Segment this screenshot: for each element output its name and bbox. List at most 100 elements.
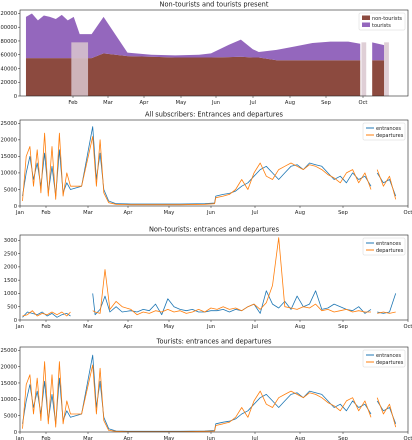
x-tick-label: Jun bbox=[206, 210, 215, 216]
y-tick-label: 0 bbox=[14, 204, 17, 210]
line-departures bbox=[22, 361, 372, 432]
y-tick-label: 40000 bbox=[0, 66, 17, 72]
legend: entrancesdepartures bbox=[362, 349, 406, 368]
legend: non-touriststourists bbox=[358, 12, 406, 31]
y-tick-label: 5000 bbox=[4, 187, 17, 193]
x-tick-label: Mar bbox=[83, 210, 94, 216]
plot-area bbox=[22, 354, 397, 432]
x-tick-label: Oct bbox=[359, 100, 368, 106]
line-departures bbox=[376, 169, 397, 200]
y-tick-label: 15000 bbox=[0, 154, 17, 160]
area-non-tourists bbox=[372, 60, 385, 96]
x-tick-label: Jul bbox=[251, 210, 258, 216]
axes-frame bbox=[19, 119, 409, 207]
y-tick-label: 500 bbox=[7, 305, 17, 311]
line-entrances bbox=[92, 290, 372, 316]
line-departures bbox=[22, 132, 372, 206]
y-tick-label: 20000 bbox=[0, 138, 17, 144]
x-tick-label: Apr bbox=[124, 324, 134, 330]
legend-label: tourists bbox=[372, 23, 391, 29]
y-tick-label: 0 bbox=[14, 430, 17, 436]
x-tick-label: Jul bbox=[251, 324, 258, 330]
area-tourists bbox=[372, 42, 385, 61]
line-entrances bbox=[22, 126, 372, 205]
x-tick-label: Mar bbox=[83, 436, 94, 440]
y-tick-label: 1000 bbox=[4, 291, 17, 297]
y-tick-label: 2000 bbox=[4, 265, 17, 271]
chart-panel-1: Non-tourists and tourists present 0 20000 4… bbox=[0, 1, 409, 106]
y-tick-label: 20000 bbox=[0, 80, 17, 86]
legend-label: departures bbox=[376, 133, 404, 139]
axes-frame bbox=[19, 346, 409, 433]
legend-label: departures bbox=[376, 360, 404, 366]
missing-data-band bbox=[384, 42, 389, 96]
x-tick-label: Aug bbox=[285, 100, 295, 106]
legend-label: departures bbox=[376, 248, 404, 254]
x-tick-label: Oct bbox=[404, 324, 412, 330]
chart-title: Non-tourists and tourists present bbox=[160, 1, 269, 9]
y-tick-label: 2500 bbox=[4, 251, 17, 257]
x-tick-label: Feb bbox=[68, 100, 78, 106]
x-tick-label: Aug bbox=[295, 324, 305, 330]
x-tick-label: Feb bbox=[41, 324, 51, 330]
legend-label: entrances bbox=[376, 353, 401, 359]
x-tick-label: Sep bbox=[338, 210, 348, 216]
x-tick-label: May bbox=[164, 436, 175, 440]
legend-label: non-tourists bbox=[372, 16, 402, 22]
x-tick-label: Apr bbox=[124, 210, 134, 216]
legend: entrancesdepartures bbox=[362, 122, 406, 141]
x-tick-label: Apr bbox=[140, 100, 150, 106]
x-tick-label: Aug bbox=[295, 210, 305, 216]
chart-panel-2: All subscribers: Entrances and departure… bbox=[0, 111, 412, 217]
chart-title: Tourists: entrances and departures bbox=[156, 338, 272, 346]
x-tick-label: Jun bbox=[206, 324, 215, 330]
line-entrances bbox=[377, 293, 397, 314]
y-tick-label: 60000 bbox=[0, 53, 17, 59]
y-tick-label: 15000 bbox=[0, 381, 17, 387]
x-tick-label: Oct bbox=[404, 436, 412, 440]
x-tick-label: Feb bbox=[41, 210, 51, 216]
x-tick-label: May bbox=[164, 324, 175, 330]
x-tick-label: Jan bbox=[15, 210, 24, 216]
x-tick-label: Jan bbox=[15, 436, 24, 440]
x-tick-label: Sep bbox=[321, 100, 331, 106]
x-tick-label: Jun bbox=[211, 100, 220, 106]
x-tick-label: Jul bbox=[251, 436, 258, 440]
y-tick-label: 100000 bbox=[0, 25, 17, 31]
plot-area bbox=[22, 126, 397, 206]
y-tick-label: 5000 bbox=[4, 413, 17, 419]
chart-title: Non-tourists: entrances and departures bbox=[149, 226, 280, 234]
x-tick-label: May bbox=[164, 210, 175, 216]
x-tick-label: Jan bbox=[15, 324, 24, 330]
legend-label: entrances bbox=[376, 126, 401, 132]
y-tick-label: 120000 bbox=[0, 11, 17, 17]
y-tick-label: 10000 bbox=[0, 397, 17, 403]
y-tick-label: 10000 bbox=[0, 171, 17, 177]
x-tick-label: Mar bbox=[83, 324, 94, 330]
x-tick-label: Jul bbox=[249, 100, 256, 106]
missing-data-band bbox=[71, 42, 89, 96]
y-tick-label: 1500 bbox=[4, 278, 17, 284]
line-departures bbox=[377, 311, 396, 314]
line-entrances bbox=[22, 354, 372, 432]
figure: Non-tourists and tourists present0200004… bbox=[0, 1, 412, 440]
x-tick-label: Aug bbox=[295, 436, 305, 440]
plot-area bbox=[25, 13, 389, 96]
line-departures bbox=[92, 237, 371, 316]
chart-panel-3: Non-tourists: entrances and departures 0 5… bbox=[4, 226, 412, 331]
plot-area bbox=[22, 237, 397, 318]
legend: entrancesdepartures bbox=[362, 237, 406, 256]
x-tick-label: Mar bbox=[103, 100, 114, 106]
line-departures bbox=[376, 397, 397, 428]
y-tick-label: 25000 bbox=[0, 348, 17, 354]
x-tick-label: Feb bbox=[41, 436, 51, 440]
x-tick-label: Jun bbox=[206, 436, 215, 440]
axes-frame bbox=[19, 234, 409, 321]
chart-panel-4: Tourists: entrances and departures 0 5000 1… bbox=[0, 338, 412, 440]
y-tick-label: 3000 bbox=[4, 238, 17, 244]
x-tick-label: Sep bbox=[338, 436, 348, 440]
y-tick-label: 0 bbox=[14, 94, 17, 100]
legend-label: entrances bbox=[376, 241, 401, 247]
y-tick-label: 20000 bbox=[0, 364, 17, 370]
x-tick-label: Oct bbox=[404, 210, 412, 216]
